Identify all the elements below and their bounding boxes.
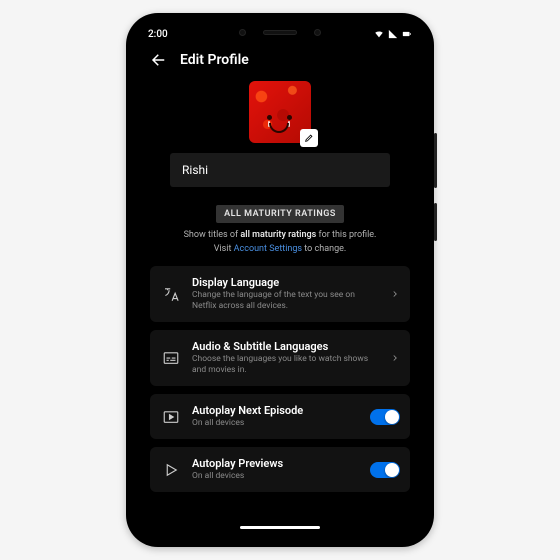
autoplay-previews-subtitle: On all devices [192, 471, 360, 482]
pencil-icon [304, 133, 314, 143]
back-button[interactable] [150, 51, 168, 69]
autoplay-next-subtitle: On all devices [192, 418, 360, 429]
autoplay-next-title: Autoplay Next Episode [192, 404, 360, 417]
battery-icon [402, 29, 412, 39]
account-settings-link[interactable]: Account Settings [234, 244, 302, 254]
autoplay-previews-title: Autoplay Previews [192, 457, 360, 470]
signal-icon [388, 29, 398, 39]
audio-subtitle-title: Audio & Subtitle Languages [192, 340, 380, 353]
autoplay-previews-row: Autoplay Previews On all devices [150, 447, 410, 492]
status-time: 2:00 [148, 29, 168, 40]
display-language-row[interactable]: Display Language Change the language of … [150, 266, 410, 322]
audio-subtitle-row[interactable]: Audio & Subtitle Languages Choose the la… [150, 330, 410, 386]
chevron-right-icon [390, 289, 400, 299]
language-icon [162, 285, 180, 303]
subtitle-icon [162, 349, 180, 367]
autoplay-next-toggle[interactable] [370, 409, 400, 425]
autoplay-next-icon [162, 408, 180, 426]
audio-subtitle-subtitle: Choose the languages you like to watch s… [192, 354, 380, 376]
arrow-left-icon [150, 51, 168, 69]
chevron-right-icon [390, 353, 400, 363]
maturity-description: Show titles of all maturity ratings for … [150, 229, 410, 256]
maturity-badge: ALL MATURITY RATINGS [216, 205, 344, 223]
autoplay-previews-toggle[interactable] [370, 462, 400, 478]
edit-avatar-button[interactable] [300, 129, 318, 147]
avatar-section [150, 81, 410, 143]
play-icon [162, 461, 180, 479]
notch [230, 23, 330, 41]
display-language-title: Display Language [192, 276, 380, 289]
power-button [434, 133, 437, 188]
autoplay-next-row: Autoplay Next Episode On all devices [150, 394, 410, 439]
display-language-subtitle: Change the language of the text you see … [192, 290, 380, 312]
phone-frame: 2:00 Edit Profile [126, 13, 434, 547]
maturity-section: ALL MATURITY RATINGS Show titles of all … [150, 201, 410, 256]
profile-name-input[interactable]: Rishi [170, 153, 390, 187]
page-title: Edit Profile [180, 52, 249, 68]
header: Edit Profile [138, 45, 422, 79]
home-indicator[interactable] [240, 526, 320, 529]
status-icons [374, 29, 412, 39]
screen: 2:00 Edit Profile [138, 23, 422, 533]
volume-button [434, 203, 437, 241]
wifi-icon [374, 29, 384, 39]
